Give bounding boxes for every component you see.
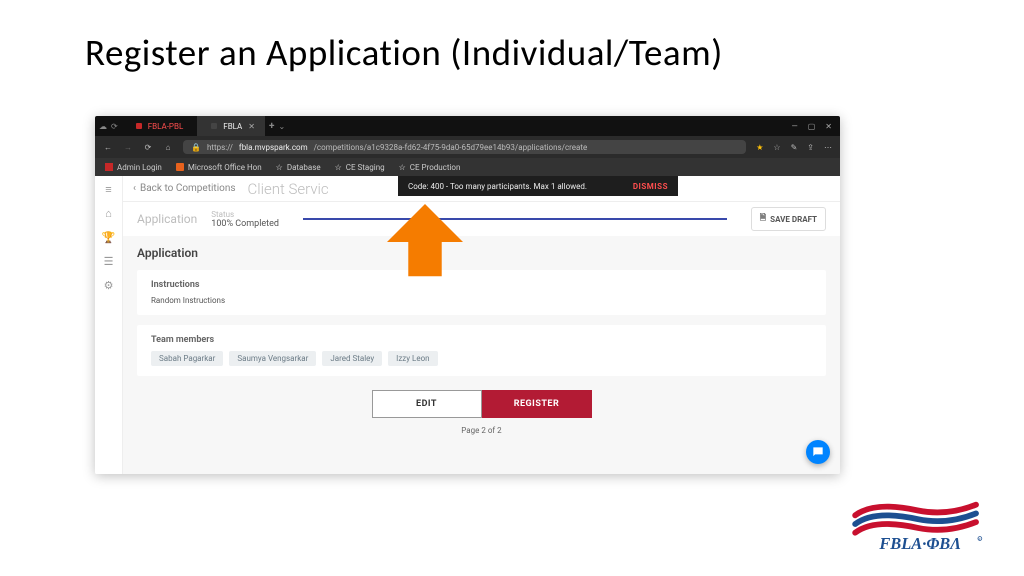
bookmark-item[interactable]: Microsoft Office Hon	[176, 163, 262, 172]
bookmark-icon	[105, 163, 113, 171]
favicon-icon	[211, 123, 217, 129]
application-label: Application	[137, 212, 197, 226]
bookmark-star-icon[interactable]: ★	[756, 143, 763, 152]
progress-bar	[303, 218, 727, 220]
save-draft-label: SAVE DRAFT	[770, 215, 817, 224]
page-content: ‹ Back to Competitions Client Servic Cod…	[123, 176, 840, 474]
back-label: Back to Competitions	[140, 183, 236, 194]
refresh-icon[interactable]: ⟳	[111, 122, 118, 131]
bookmark-item[interactable]: Admin Login	[105, 163, 162, 172]
pen-icon[interactable]: ✎	[791, 143, 798, 152]
action-row: EDIT REGISTER	[137, 390, 826, 418]
chat-widget-button[interactable]	[806, 440, 830, 464]
team-member-chip[interactable]: Sabah Pagarkar	[151, 351, 223, 366]
chevron-left-icon: ‹	[133, 183, 136, 194]
url-host: fbla.mvpspark.com	[239, 143, 308, 152]
competition-title: Client Servic	[248, 180, 329, 198]
cloud-icon: ☁	[99, 122, 107, 131]
tab-label: FBLA-PBL	[148, 122, 184, 131]
maximize-button[interactable]: ▢	[808, 122, 816, 131]
bookmark-label: Admin Login	[117, 163, 162, 172]
page-topbar: ‹ Back to Competitions Client Servic Cod…	[123, 176, 840, 202]
bookmark-item[interactable]: ☆ Database	[276, 163, 321, 172]
browser-titlebar: ☁ ⟳ FBLA-PBL FBLA ✕ + ⌄ — ▢ ✕	[95, 116, 840, 136]
panel-title: Application	[137, 246, 826, 260]
share-icon[interactable]: ⇪	[807, 143, 814, 152]
home-button[interactable]: ⌂	[163, 143, 173, 152]
new-tab-button[interactable]: +	[269, 121, 274, 132]
more-icon[interactable]: ⋯	[824, 143, 832, 152]
save-draft-button[interactable]: 🗎 SAVE DRAFT	[751, 207, 826, 231]
minimize-button[interactable]: —	[791, 122, 797, 131]
bookmark-label: CE Staging	[346, 163, 385, 172]
list-icon[interactable]: ☰	[102, 254, 116, 268]
register-button[interactable]: REGISTER	[482, 390, 592, 418]
bookmarks-bar: Admin Login Microsoft Office Hon ☆ Datab…	[95, 158, 840, 176]
trophy-icon[interactable]: 🏆	[102, 230, 116, 244]
slide-title: Register an Application (Individual/Team…	[85, 30, 723, 75]
chat-icon	[811, 445, 825, 459]
bookmark-label: Microsoft Office Hon	[188, 163, 262, 172]
star-icon: ☆	[399, 163, 406, 172]
forward-button[interactable]: →	[123, 143, 133, 152]
url-prefix: https://	[207, 143, 233, 152]
edit-button[interactable]: EDIT	[372, 390, 482, 418]
page-sidebar: ≡ ⌂ 🏆 ☰ ⚙	[95, 176, 123, 474]
back-to-competitions-link[interactable]: ‹ Back to Competitions	[133, 183, 236, 194]
reload-button[interactable]: ⟳	[143, 143, 153, 152]
url-path: /competitions/a1c9328a-fd62-4f75-9da0-65…	[314, 143, 588, 152]
page-indicator: Page 2 of 2	[137, 426, 826, 435]
status-value: 100% Completed	[211, 219, 279, 229]
back-button[interactable]: ←	[103, 143, 113, 152]
favorites-icon[interactable]: ☆	[773, 143, 780, 152]
team-member-chip[interactable]: Izzy Leon	[388, 351, 437, 366]
address-bar[interactable]: 🔒 https:// fbla.mvpspark.com/competitions…	[183, 140, 746, 154]
star-icon: ☆	[335, 163, 342, 172]
addressbar-row: ← → ⟳ ⌂ 🔒 https:// fbla.mvpspark.com/comp…	[95, 136, 840, 158]
close-icon[interactable]: ✕	[248, 122, 255, 131]
annotation-arrow-icon	[384, 204, 466, 280]
team-member-chip[interactable]: Saumya Vengsarkar	[229, 351, 316, 366]
tabs-dropdown-icon[interactable]: ⌄	[278, 122, 285, 131]
panel-area: Application Instructions Random Instruct…	[123, 236, 840, 474]
browser-tab-active[interactable]: FBLA ✕	[197, 116, 265, 136]
instructions-body: Random Instructions	[151, 296, 812, 305]
close-window-button[interactable]: ✕	[825, 122, 832, 131]
dismiss-button[interactable]: DISMISS	[633, 182, 668, 191]
team-member-chip[interactable]: Jared Staley	[322, 351, 382, 366]
error-message: Code: 400 - Too many participants. Max 1…	[408, 182, 587, 191]
svg-text:FBLA·ΦBΛ: FBLA·ΦBΛ	[878, 534, 961, 553]
status-small-label: Status	[211, 210, 279, 219]
team-heading: Team members	[151, 335, 812, 345]
bookmark-label: Database	[287, 163, 321, 172]
error-toast: Code: 400 - Too many participants. Max 1…	[398, 176, 678, 196]
settings-icon[interactable]: ⚙	[102, 278, 116, 292]
browser-tab-inactive[interactable]: FBLA-PBL	[122, 116, 194, 136]
page-body: ≡ ⌂ 🏆 ☰ ⚙ ‹ Back to Competitions Client …	[95, 176, 840, 474]
instructions-heading: Instructions	[151, 280, 812, 290]
bookmark-item[interactable]: ☆ CE Staging	[335, 163, 385, 172]
status-row: Application Status 100% Completed 🗎 SAVE…	[123, 202, 840, 236]
window-buttons: — ▢ ✕	[791, 122, 836, 131]
instructions-card: Instructions Random Instructions	[137, 270, 826, 315]
fbla-logo: FBLA·ΦBΛ R	[848, 496, 988, 554]
team-members-list: Sabah Pagarkar Saumya Vengsarkar Jared S…	[151, 351, 812, 366]
team-members-card: Team members Sabah Pagarkar Saumya Vengs…	[137, 325, 826, 376]
star-icon: ☆	[276, 163, 283, 172]
favicon-icon	[136, 123, 142, 129]
browser-window: ☁ ⟳ FBLA-PBL FBLA ✕ + ⌄ — ▢ ✕ ← → ⟳ ⌂ 🔒 …	[95, 116, 840, 474]
tab-label: FBLA	[223, 122, 242, 131]
svg-text:R: R	[979, 537, 981, 541]
bookmark-label: CE Production	[410, 163, 461, 172]
save-icon: 🗎	[760, 212, 766, 226]
home-icon[interactable]: ⌂	[102, 206, 116, 220]
lock-icon: 🔒	[191, 143, 201, 152]
bookmark-item[interactable]: ☆ CE Production	[399, 163, 461, 172]
bookmark-icon	[176, 163, 184, 171]
menu-icon[interactable]: ≡	[102, 182, 116, 196]
